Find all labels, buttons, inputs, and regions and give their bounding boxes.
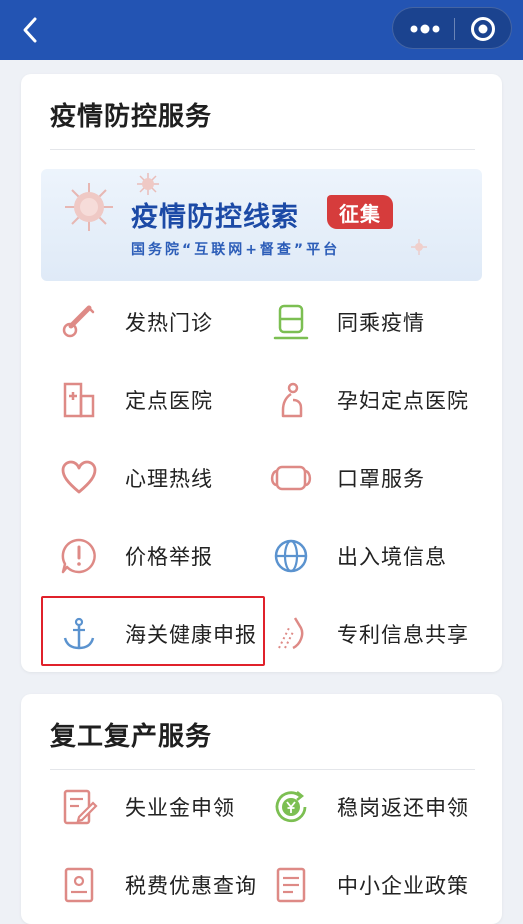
divider <box>50 769 475 770</box>
service-unemployment-benefit[interactable]: 失业金申领 <box>55 777 275 837</box>
form-edit-icon <box>55 783 103 831</box>
tax-doc-icon <box>55 861 103 909</box>
resume-production-card: 复工复产服务 失业金申领 稳岗返还申领 税费优惠查询 中小企业政策 <box>21 694 502 924</box>
banner-title: 疫情防控线索 <box>131 202 299 233</box>
divider <box>50 149 475 150</box>
virus-icon <box>137 173 159 195</box>
service-psych-hotline[interactable]: 心理热线 <box>55 448 275 508</box>
service-maternity-hospital[interactable]: 孕妇定点医院 <box>267 370 487 430</box>
service-label: 发热门诊 <box>125 311 213 335</box>
mask-icon <box>267 454 315 502</box>
card-title: 复工复产服务 <box>50 722 213 752</box>
service-designated-hospital[interactable]: 定点医院 <box>55 370 275 430</box>
service-entry-exit[interactable]: 出入境信息 <box>267 526 487 586</box>
card-title: 疫情防控服务 <box>50 102 213 132</box>
service-label: 稳岗返还申领 <box>337 796 469 820</box>
chevron-left-icon <box>23 17 37 43</box>
top-bar <box>0 0 523 60</box>
patent-icon <box>267 610 315 658</box>
heart-icon <box>55 454 103 502</box>
service-label: 同乘疫情 <box>337 311 425 335</box>
epidemic-service-card: 疫情防控服务 疫情防控线索 征集 国务院“互联网+督查”平台 发热门诊 同乘疫情… <box>21 74 502 672</box>
virus-icon <box>411 239 427 255</box>
service-label: 定点医院 <box>125 389 213 413</box>
service-label: 心理热线 <box>125 467 213 491</box>
train-icon <box>267 298 315 346</box>
service-label: 专利信息共享 <box>337 623 469 647</box>
document-lines-icon <box>267 861 315 909</box>
service-label: 价格举报 <box>125 545 213 569</box>
hospital-icon <box>55 376 103 424</box>
service-same-trip[interactable]: 同乘疫情 <box>267 292 487 352</box>
pregnant-icon <box>267 376 315 424</box>
highlight-box <box>41 596 265 666</box>
capsule-divider <box>454 18 455 40</box>
service-fever-clinic[interactable]: 发热门诊 <box>55 292 275 352</box>
service-patent-info[interactable]: 专利信息共享 <box>267 604 487 664</box>
service-label: 失业金申领 <box>125 796 235 820</box>
service-sme-policy[interactable]: 中小企业政策 <box>267 855 487 915</box>
more-button[interactable] <box>405 14 445 44</box>
service-price-report[interactable]: 价格举报 <box>55 526 275 586</box>
back-button[interactable] <box>14 14 46 46</box>
service-job-stability-refund[interactable]: 稳岗返还申领 <box>267 777 487 837</box>
target-circle-icon <box>471 17 495 41</box>
alert-icon <box>55 532 103 580</box>
globe-icon <box>267 532 315 580</box>
clue-collection-banner[interactable]: 疫情防控线索 征集 国务院“互联网+督查”平台 <box>41 169 482 281</box>
banner-badge: 征集 <box>327 195 393 229</box>
service-label: 出入境信息 <box>337 545 447 569</box>
virus-icon <box>65 183 113 231</box>
service-tax-benefit[interactable]: 税费优惠查询 <box>55 855 275 915</box>
more-dots-icon <box>410 24 440 34</box>
service-mask[interactable]: 口罩服务 <box>267 448 487 508</box>
banner-subtitle: 国务院“互联网+督查”平台 <box>131 242 341 258</box>
service-label: 中小企业政策 <box>337 874 469 898</box>
service-label: 孕妇定点医院 <box>337 389 469 413</box>
yuan-refresh-icon <box>267 783 315 831</box>
service-label: 口罩服务 <box>337 467 425 491</box>
service-label: 税费优惠查询 <box>125 874 257 898</box>
close-button[interactable] <box>463 14 503 44</box>
thermometer-icon <box>55 298 103 346</box>
mini-program-capsule <box>392 7 512 49</box>
